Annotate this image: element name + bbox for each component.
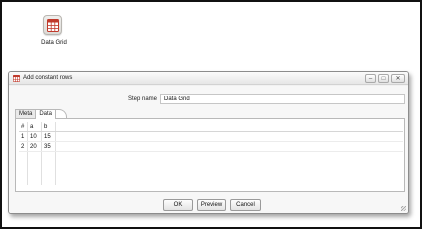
table-cell-filler: [56, 132, 403, 141]
window-controls: – □ ✕: [365, 74, 405, 83]
minimize-icon: –: [368, 75, 373, 82]
resize-grip[interactable]: [401, 206, 406, 211]
column-header[interactable]: #: [19, 122, 28, 131]
dialog-content: Step name Meta Data # a b 1 10 15: [9, 86, 408, 213]
data-grid-step[interactable]: [43, 15, 62, 35]
maximize-button[interactable]: □: [378, 74, 389, 83]
preview-button[interactable]: Preview: [197, 199, 226, 211]
table-cell[interactable]: 15: [42, 132, 56, 141]
table-cell[interactable]: 35: [42, 142, 56, 151]
column-header[interactable]: a: [28, 122, 42, 131]
data-grid-panel: # a b 1 10 15 2 20 35: [15, 118, 405, 192]
step-label: Data Grid: [41, 40, 67, 46]
empty-cell: [19, 152, 28, 185]
grid-empty-area[interactable]: [19, 152, 403, 185]
row-number: 2: [19, 142, 28, 151]
data-grid-icon: [47, 19, 59, 32]
table-row[interactable]: 1 10 15: [19, 132, 403, 142]
step-name-input[interactable]: [160, 94, 405, 104]
tab-data[interactable]: Data: [35, 109, 57, 119]
empty-cell: [56, 152, 403, 185]
minimize-button[interactable]: –: [365, 74, 376, 83]
column-header[interactable]: b: [42, 122, 56, 131]
table-row[interactable]: 2 20 35: [19, 142, 403, 152]
step-name-label: Step name: [127, 96, 157, 102]
dialog-button-row: OK Preview Cancel: [163, 199, 261, 211]
table-cell[interactable]: 20: [28, 142, 42, 151]
close-button[interactable]: ✕: [391, 74, 405, 83]
dialog-titlebar[interactable]: Add constant rows – □ ✕: [9, 72, 408, 85]
grid-header-row: # a b: [19, 122, 403, 132]
data-grid-icon: [13, 75, 20, 82]
table-cell[interactable]: 10: [28, 132, 42, 141]
close-icon: ✕: [395, 75, 401, 82]
column-header-filler: [56, 122, 403, 131]
table-cell-filler: [56, 142, 403, 151]
row-number: 1: [19, 132, 28, 141]
empty-cell: [42, 152, 56, 185]
maximize-icon: □: [381, 75, 386, 82]
cancel-button[interactable]: Cancel: [230, 199, 261, 211]
ok-button[interactable]: OK: [163, 199, 193, 211]
data-grid-table[interactable]: # a b 1 10 15 2 20 35: [19, 122, 403, 190]
empty-cell: [28, 152, 42, 185]
add-constant-rows-dialog: Add constant rows – □ ✕ Step name Meta D…: [8, 71, 409, 214]
dialog-title: Add constant rows: [23, 75, 73, 81]
